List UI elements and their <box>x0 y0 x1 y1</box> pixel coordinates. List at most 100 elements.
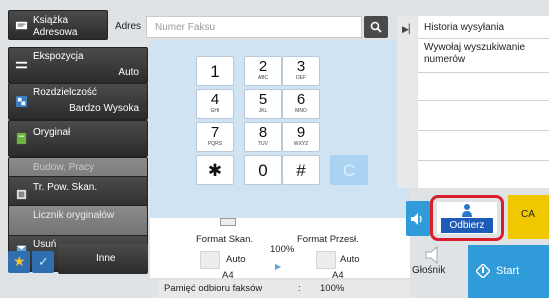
scan-doc-icon <box>220 218 236 226</box>
format-scan-label: Format Skan. <box>196 234 254 245</box>
memory-separator: : <box>298 283 301 294</box>
send-mode: Auto <box>340 254 360 265</box>
keypad-key[interactable]: 6 MNO <box>282 89 320 119</box>
recall-search-item[interactable]: Wywołaj wyszukiwanie numerów <box>424 42 546 66</box>
keypad-key[interactable]: 0 <box>244 155 282 185</box>
keypad-key-label: 6 <box>296 91 306 108</box>
scan-mode: Auto <box>226 254 246 265</box>
resolution-icon <box>15 95 28 108</box>
memory-label: Pamięć odbioru faksów <box>164 283 263 294</box>
keypad-key[interactable]: 4 GHI <box>196 89 234 119</box>
zoom-ratio: 100% <box>270 244 295 255</box>
start-label: Start <box>496 265 520 277</box>
fax-number-placeholder: Numer Faksu <box>155 22 216 33</box>
address-book-button[interactable]: Książka Adresowa <box>8 10 108 40</box>
other-label: Inne <box>96 253 116 264</box>
original-counter-label: Licznik oryginałów <box>33 210 115 221</box>
volume-icon <box>411 213 422 225</box>
panel-toggle[interactable]: ▶▏ <box>397 16 417 188</box>
search-button[interactable] <box>364 16 388 38</box>
keypad-key[interactable]: 7 PQRS <box>196 122 234 152</box>
keypad-key-letters: JKL <box>258 108 268 114</box>
volume-button[interactable] <box>406 201 430 236</box>
history-item[interactable]: Historia wysyłania <box>424 22 504 33</box>
exposure-icon <box>15 61 28 69</box>
keypad-key-label: 4 <box>210 91 220 108</box>
keypad-key-label: ✱ <box>207 161 223 180</box>
keypad-key[interactable]: 9 WXYZ <box>282 122 320 152</box>
keypad-key-label: 1 <box>210 62 220 81</box>
speaker-button[interactable]: Głośnik <box>408 245 460 278</box>
divider <box>418 100 549 101</box>
speaker-label: Głośnik <box>412 265 446 276</box>
divider <box>418 38 549 39</box>
keypad-key-label: 7 <box>210 124 220 141</box>
memory-value: 100% <box>320 283 345 294</box>
ca-button[interactable]: CA <box>508 195 549 239</box>
exposure-button[interactable]: Ekspozycja Auto <box>8 47 148 84</box>
keypad-key-letters: DEF <box>296 75 306 81</box>
start-button[interactable]: Start <box>468 245 549 298</box>
scan-paper-icon <box>200 251 220 269</box>
keypad-key-label: 5 <box>258 91 268 108</box>
job-build-label: Budow. Pracy <box>33 162 95 173</box>
fax-number-input[interactable]: Numer Faksu <box>146 16 362 38</box>
favorite-button[interactable]: ★ <box>8 251 30 273</box>
address-book-icon <box>15 21 28 30</box>
checkmark-icon: ✓ <box>38 254 49 269</box>
keypad-key[interactable]: 2 ABC <box>244 56 282 86</box>
exposure-value: Auto <box>118 67 139 78</box>
keypad-key[interactable]: 1 <box>196 56 234 86</box>
address-label: Adres <box>114 21 142 32</box>
other-button[interactable]: Inne <box>58 244 148 274</box>
keypad-key-label: 3 <box>296 58 306 75</box>
memory-status-bar: Pamięć odbioru faksów : 100% <box>158 280 410 298</box>
keypad-key-letters: TUV <box>258 141 268 147</box>
fax-screen: Książka Adresowa Ekspozycja Auto Rozdzie… <box>0 0 549 298</box>
keypad-key-letters: GHI <box>210 108 220 114</box>
send-paper-icon <box>316 251 336 269</box>
speaker-icon <box>425 245 438 265</box>
resolution-label: Rozdzielczość <box>33 87 97 98</box>
keypad-key[interactable]: # <box>282 155 320 185</box>
scan-icon <box>16 189 27 200</box>
keypad-key[interactable]: 3 DEF <box>282 56 320 86</box>
resolution-button[interactable]: Rozdzielczość Bardzo Wysoka <box>8 83 148 120</box>
keypad-key-letters: PQRS <box>207 141 223 147</box>
search-icon <box>370 21 382 33</box>
keypad-key-letters: WXYZ <box>293 141 309 147</box>
keypad-key-label: C <box>342 161 356 180</box>
keypad-key[interactable]: 8 TUV <box>244 122 282 152</box>
format-send-label: Format Przesł. <box>297 234 359 245</box>
star-icon: ★ <box>13 253 26 269</box>
original-doc-icon <box>16 132 27 145</box>
divider <box>418 130 549 131</box>
keypad-key-label: 0 <box>258 161 268 180</box>
keypad-key-label: 2 <box>258 58 268 75</box>
divider <box>418 72 549 73</box>
convert-arrow-icon: ▶ <box>275 262 282 271</box>
keypad-key-letters: MNO <box>295 108 307 114</box>
resolution-value: Bardzo Wysoka <box>69 103 139 114</box>
delete-label: Usuń <box>33 239 57 250</box>
exposure-label: Ekspozycja <box>33 51 84 62</box>
original-button[interactable]: Oryginał <box>8 120 148 157</box>
address-book-label-line1: Książka <box>33 15 69 26</box>
check-button[interactable]: ✓ <box>32 251 54 273</box>
keypad-key-label: 8 <box>258 124 268 141</box>
receive-button[interactable]: Odbierz <box>437 202 497 234</box>
receive-label: Odbierz <box>441 218 493 233</box>
ca-label: CA <box>521 209 535 220</box>
person-icon <box>462 204 472 217</box>
keypad-key[interactable]: 5 JKL <box>244 89 282 119</box>
keypad-key[interactable]: C <box>330 155 368 185</box>
address-book-label-line2: Adresowa <box>33 27 78 38</box>
start-diamond-icon <box>476 264 490 278</box>
keypad-key-label: # <box>296 161 306 180</box>
keypad-key-label: 9 <box>296 124 306 141</box>
original-label: Oryginał <box>33 127 71 138</box>
tr-scan-label: Tr. Pow. Skan. <box>33 182 98 193</box>
divider <box>418 160 549 161</box>
keypad-key-letters: ABC <box>257 75 269 81</box>
keypad-key[interactable]: ✱ <box>196 155 234 185</box>
